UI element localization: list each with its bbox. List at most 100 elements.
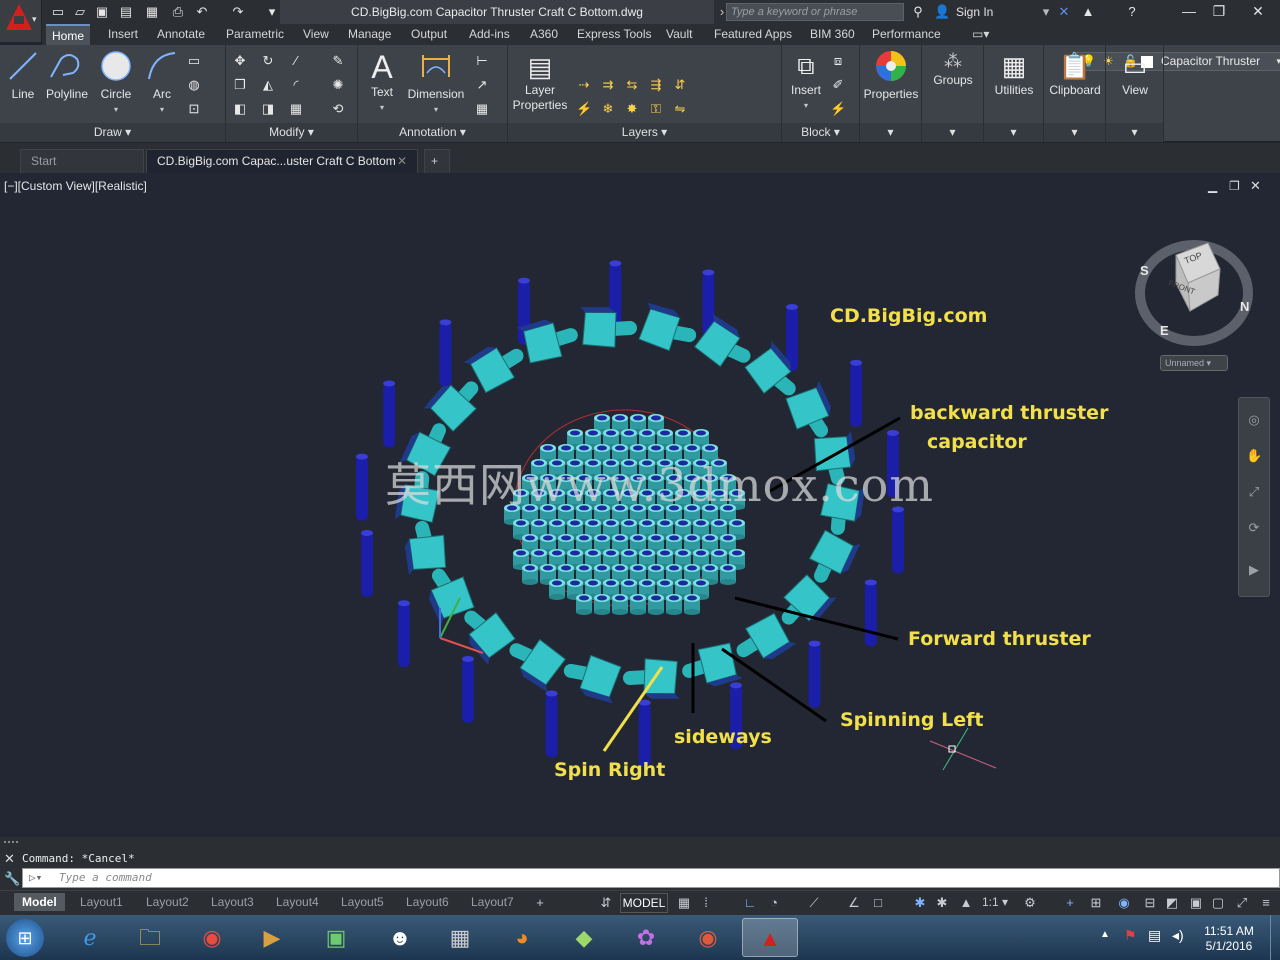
ucs-menu-dropdown[interactable]: Unnamed ▾ — [1160, 355, 1228, 371]
tab-performance[interactable]: Performance — [866, 24, 947, 45]
block-panel-label[interactable]: Block ▾ — [782, 123, 859, 142]
linear-dimension-icon[interactable]: ⊢ — [474, 53, 490, 69]
table-icon[interactable]: ▦ — [474, 101, 490, 117]
file-explorer-icon[interactable]: 🗀 — [122, 918, 178, 957]
sign-in-link[interactable]: Sign In — [956, 4, 993, 20]
clipboard-panel-expander[interactable]: ▾ — [1044, 123, 1105, 142]
text-button[interactable]: A Text ▾ — [364, 49, 400, 115]
layer-match-icon[interactable]: ⇉ — [600, 77, 616, 93]
steering-wheel-icon[interactable]: ◎ — [1246, 412, 1262, 428]
stretch-icon[interactable]: ◧ — [232, 101, 248, 117]
show-desktop-button[interactable] — [1270, 915, 1280, 960]
annotation-scale-dropdown[interactable]: 1:1 ▾ — [982, 895, 1008, 909]
close-command-icon[interactable]: ✕ — [4, 851, 15, 867]
create-block-icon[interactable]: ⧈ — [830, 53, 846, 69]
customize-command-icon[interactable]: 🔧 — [4, 871, 20, 887]
tab-manage[interactable]: Manage — [342, 24, 397, 45]
lock-ui-icon[interactable]: ⊟ — [1142, 895, 1158, 911]
quick-properties-icon[interactable]: ◉ — [1116, 895, 1132, 911]
network-icon[interactable]: ▤ — [1148, 927, 1161, 944]
new-tab-button[interactable]: + — [424, 149, 450, 173]
layer-previous-icon[interactable]: ⇆ — [624, 77, 640, 93]
origin-app-icon[interactable]: ◉ — [680, 918, 736, 957]
open-file-icon[interactable]: ▱ — [72, 4, 88, 20]
showmotion-icon[interactable]: ▶ — [1246, 562, 1262, 578]
tray-expand-icon[interactable]: ▲ — [1100, 929, 1110, 940]
restore-button[interactable]: ❐ — [1204, 0, 1234, 22]
erase-icon[interactable]: ✎ — [330, 53, 346, 69]
layout-tab-2[interactable]: Layout2 — [138, 893, 197, 911]
layer-off-icon[interactable]: ⚡ — [576, 101, 592, 117]
undo-icon[interactable]: ↶ — [194, 4, 210, 20]
circle-button[interactable]: Circle ▾ — [96, 49, 136, 117]
calculator-app-icon[interactable]: ▦ — [432, 918, 488, 957]
layer-lock-tool-icon[interactable]: ⚿ — [648, 101, 664, 117]
layout-tab-6[interactable]: Layout6 — [398, 893, 457, 911]
object-snap-tracking-icon[interactable]: ∠ — [846, 895, 862, 911]
ortho-icon[interactable]: ∟ — [742, 895, 758, 911]
region-icon[interactable]: ⊡ — [186, 101, 202, 117]
copy-icon[interactable]: ❐ — [232, 77, 248, 93]
groups-panel-expander[interactable]: ▾ — [922, 123, 983, 142]
layout-tab-5[interactable]: Layout5 — [333, 893, 392, 911]
firefox-icon[interactable]: ◕ — [494, 918, 550, 957]
layout-tab-model[interactable]: Model — [14, 893, 65, 911]
redo-icon[interactable]: ↷ — [230, 4, 246, 20]
view-button[interactable]: ▭ View — [1108, 49, 1162, 98]
tab-view[interactable]: View — [297, 24, 335, 45]
customize-qat-icon[interactable]: ▾ — [264, 4, 280, 20]
move-icon[interactable]: ✥ — [232, 53, 248, 69]
folder-app-icon[interactable]: ◆ — [556, 918, 612, 957]
layer-unisolate-icon[interactable]: ⇵ — [672, 77, 688, 93]
tab-insert[interactable]: Insert — [102, 24, 144, 45]
customization-menu-icon[interactable]: ≡ — [1258, 895, 1274, 911]
arc-button[interactable]: Arc ▾ — [142, 49, 182, 117]
paint-app-icon[interactable]: ✿ — [618, 918, 674, 957]
tab-featured-apps[interactable]: Featured Apps — [708, 24, 798, 45]
close-tab-icon[interactable]: ✕ — [397, 150, 407, 172]
sign-in-dropdown-icon[interactable]: ▾ — [1038, 4, 1054, 20]
close-button[interactable]: ✕ — [1240, 0, 1276, 22]
save-as-icon[interactable]: ▤ — [118, 4, 134, 20]
tab-a360[interactable]: A360 — [524, 24, 564, 45]
tab-start[interactable]: Start — [20, 149, 144, 173]
ribbon-minimize-icon[interactable]: ▭▾ — [966, 24, 995, 45]
modify-panel-label[interactable]: Modify ▾ — [226, 123, 357, 142]
zoom-icon[interactable]: ⤢ — [1246, 484, 1262, 500]
hardware-accel-icon[interactable]: ▣ — [1188, 895, 1204, 911]
fillet-icon[interactable]: ◜ — [288, 77, 304, 93]
properties-panel-expander[interactable]: ▾ — [860, 123, 921, 142]
autodesk-a360-icon[interactable]: ▲ — [1080, 4, 1096, 20]
monitor-app-icon[interactable]: ▣ — [308, 918, 364, 957]
auto-scale-icon[interactable]: ✱ — [934, 895, 950, 911]
compass-east[interactable]: E — [1160, 323, 1169, 338]
object-snap-icon[interactable]: □ — [870, 895, 886, 911]
autocad-taskbar-icon[interactable]: ▲ — [742, 918, 798, 957]
layer-thaw-icon[interactable]: ✸ — [624, 101, 640, 117]
annotation-panel-label[interactable]: Annotation ▾ — [358, 123, 507, 142]
viewcube[interactable]: TOP FRONT S N E — [1132, 233, 1254, 349]
rotate-icon[interactable]: ↻ — [260, 53, 276, 69]
tab-output[interactable]: Output — [405, 24, 453, 45]
layer-walk-icon[interactable]: ⇋ — [672, 101, 688, 117]
layer-make-current-icon[interactable]: ⇢ — [576, 77, 592, 93]
annotation-scale-icon[interactable]: ▲ — [958, 895, 974, 911]
tab-add-ins[interactable]: Add-ins — [463, 24, 516, 45]
internet-explorer-icon[interactable]: ℯ — [62, 918, 118, 957]
compass-south[interactable]: S — [1140, 263, 1149, 278]
properties-button[interactable]: Properties — [862, 49, 920, 102]
grid-icon[interactable]: ▦ — [676, 895, 692, 911]
utilities-panel-expander[interactable]: ▾ — [984, 123, 1043, 142]
polar-icon[interactable]: ◔ — [766, 895, 782, 911]
rectangle-icon[interactable]: ▭ — [186, 53, 202, 69]
volume-icon[interactable]: ◂) — [1172, 927, 1184, 944]
drawing-viewport[interactable]: [−][Custom View][Realistic] ▁ ❐ ✕ 莫西网www… — [0, 173, 1280, 837]
tab-drawing[interactable]: CD.BigBig.com Capac...uster Craft C Bott… — [146, 149, 418, 173]
layout-tab-3[interactable]: Layout3 — [203, 893, 262, 911]
plot-icon[interactable]: ⎙ — [170, 4, 186, 20]
clipboard-button[interactable]: 📋 Clipboard — [1046, 49, 1104, 98]
save-to-web-icon[interactable]: ▦ — [144, 4, 160, 20]
isolate-objects-icon[interactable]: ◩ — [1164, 895, 1180, 911]
system-clock[interactable]: 11:51 AM 5/1/2016 — [1196, 924, 1262, 954]
status-scroll-icon[interactable]: ⇵ — [598, 895, 614, 911]
